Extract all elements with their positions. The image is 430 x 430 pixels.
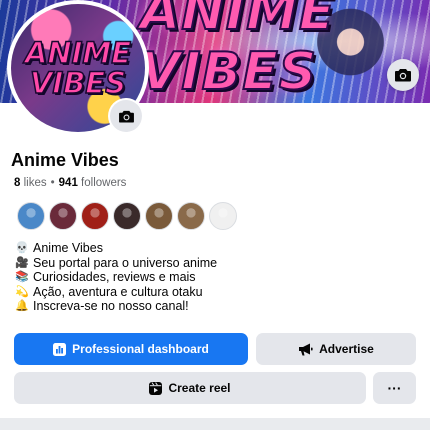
likes-stat[interactable]: 8 likes [14, 177, 47, 189]
bio-text: Curiosidades, reviews e mais [33, 270, 196, 285]
bio-text: Seu portal para o universo anime [33, 255, 218, 270]
bio-text: Anime Vibes [33, 241, 103, 255]
followers-stat[interactable]: 941 followers [59, 177, 127, 189]
camera-icon [395, 69, 411, 82]
follower-avatar[interactable] [81, 202, 109, 230]
skull-icon: 💀 [15, 242, 29, 254]
follower-avatars[interactable] [17, 202, 237, 230]
more-options-button[interactable]: ··· [373, 372, 416, 404]
avatar-title-line1: ANIME [24, 36, 132, 70]
bio-line: 💀 Anime Vibes [15, 241, 217, 256]
followers-count: 941 [58, 177, 78, 189]
books-icon: 📚 [15, 271, 29, 284]
camera-icon [118, 110, 134, 123]
follower-avatar[interactable] [113, 202, 141, 230]
likes-count: 8 [14, 177, 21, 189]
bio-line: 💫 Ação, aventura e cultura otaku [15, 285, 217, 300]
bio-line: 🎥 Seu portal para o universo anime [15, 256, 217, 271]
bio-line: 📚 Curiosidades, reviews e mais [15, 270, 217, 285]
advertise-button[interactable]: Advertise [256, 333, 416, 365]
follower-avatar[interactable] [145, 202, 173, 230]
professional-dashboard-button[interactable]: Professional dashboard [14, 333, 248, 365]
follower-avatar[interactable] [49, 202, 77, 230]
follower-avatar[interactable] [17, 202, 45, 230]
bar-chart-icon [53, 342, 67, 356]
section-divider [0, 418, 430, 430]
bio-text: Ação, aventura e cultura otaku [33, 284, 203, 299]
create-reel-label: Create reel [168, 381, 231, 395]
megaphone-icon [299, 343, 313, 355]
create-reel-button[interactable]: Create reel [14, 372, 366, 404]
followers-label: followers [81, 177, 127, 189]
bio-text: Inscreva-se no nosso canal! [33, 299, 189, 314]
edit-profile-picture-button[interactable] [110, 100, 142, 132]
page-bio: 💀 Anime Vibes 🎥 Seu portal para o univer… [15, 241, 217, 314]
cover-title-text: ANIME VIBES [139, 0, 336, 103]
avatar-title-line2: VIBES [29, 66, 127, 100]
reel-icon [149, 381, 163, 395]
edit-cover-button[interactable] [387, 59, 419, 91]
professional-dashboard-label: Professional dashboard [72, 342, 209, 356]
more-icon: ··· [387, 380, 402, 396]
movie-camera-icon: 🎥 [15, 256, 29, 269]
follower-avatar[interactable] [177, 202, 205, 230]
dizzy-icon: 💫 [15, 285, 29, 298]
stats-separator: • [50, 177, 55, 189]
bell-icon: 🔔 [15, 300, 29, 313]
page-stats: 8 likes • 941 followers [14, 177, 126, 189]
advertise-label: Advertise [319, 342, 374, 356]
bio-line: 🔔 Inscreva-se no nosso canal! [15, 299, 217, 314]
likes-label: likes [23, 177, 47, 189]
page-name: Anime Vibes [11, 150, 119, 170]
follower-avatar[interactable] [209, 202, 237, 230]
